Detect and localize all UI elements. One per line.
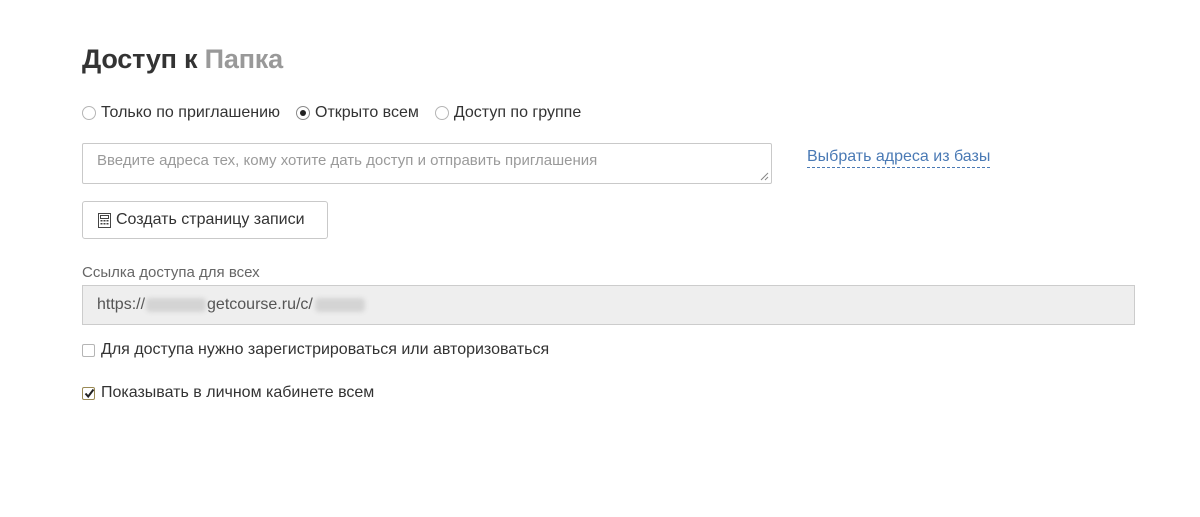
radio-button-selected[interactable]: [296, 106, 310, 120]
pick-addresses-link[interactable]: Выбрать адреса из базы: [807, 148, 991, 168]
access-mode-group: Только по приглашению Открыто всем Досту…: [82, 104, 597, 122]
page-title: Доступ к Папка: [82, 44, 283, 75]
public-link-label: Ссылка доступа для всех: [82, 264, 260, 281]
show-in-cabinet-label: Показывать в личном кабинете всем: [101, 384, 375, 401]
radio-invite-only[interactable]: Только по приглашению: [82, 104, 280, 122]
radio-label: Открыто всем: [315, 104, 419, 121]
link-domain: getcourse.ru/c/: [207, 296, 313, 313]
radio-label: Только по приглашению: [101, 104, 280, 121]
resize-grip-icon[interactable]: [759, 171, 769, 181]
redacted-subdomain: [146, 298, 207, 312]
radio-button[interactable]: [82, 106, 96, 120]
radio-button[interactable]: [434, 106, 449, 120]
title-object-name: Папка: [204, 44, 283, 74]
show-in-cabinet-option[interactable]: Показывать в личном кабинете всем: [82, 384, 374, 402]
checkmark-icon: [84, 388, 95, 398]
invite-emails-textarea[interactable]: Введите адреса тех, кому хотите дать дос…: [82, 143, 772, 184]
require-auth-checkbox[interactable]: [82, 343, 95, 357]
radio-group-access[interactable]: Доступ по группе: [434, 104, 582, 122]
access-settings-page: Доступ к Папка Только по приглашению Отк…: [0, 0, 1200, 517]
radio-open-to-all[interactable]: Открыто всем: [296, 104, 419, 122]
create-page-button-label: Создать страницу записи: [116, 211, 305, 228]
require-auth-option[interactable]: Для доступа нужно зарегистрироваться или…: [82, 341, 549, 359]
show-in-cabinet-checkbox[interactable]: [82, 386, 95, 400]
title-prefix: Доступ к: [82, 44, 198, 74]
calculator-icon: [98, 212, 111, 228]
public-link-field[interactable]: https:// getcourse.ru/c/: [82, 285, 1135, 325]
require-auth-label: Для доступа нужно зарегистрироваться или…: [101, 341, 550, 358]
create-registration-page-button[interactable]: Создать страницу записи: [82, 201, 328, 239]
link-prefix: https://: [97, 296, 146, 313]
radio-label: Доступ по группе: [453, 104, 582, 121]
invite-placeholder: Введите адреса тех, кому хотите дать дос…: [97, 152, 598, 169]
redacted-link-id: [314, 298, 365, 312]
